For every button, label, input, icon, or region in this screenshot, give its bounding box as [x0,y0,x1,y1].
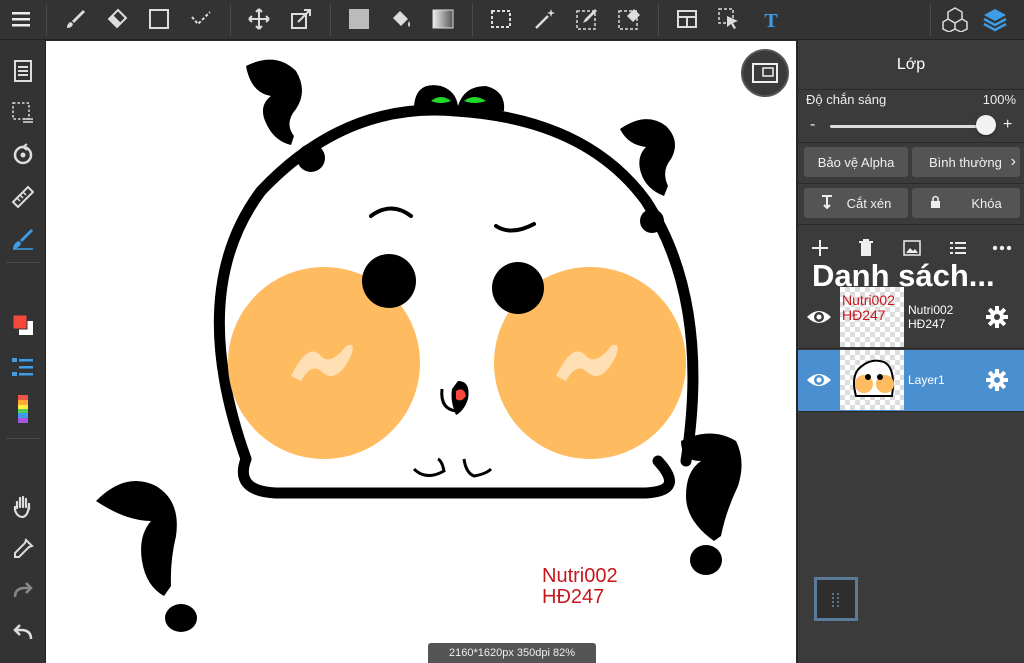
rectangle-icon[interactable] [144,4,174,34]
watermark-line2: HĐ247 [542,586,605,608]
layer-name-line2: HĐ247 [908,317,946,331]
magic-wand-icon[interactable] [530,4,560,34]
text-icon[interactable]: T [756,4,786,34]
layer-tools [798,236,1024,260]
opacity-increase-button[interactable]: + [1003,116,1012,134]
artwork [96,59,742,632]
page-manager-icon[interactable] [8,56,38,86]
bucket-icon[interactable] [386,4,416,34]
blend-mode-select[interactable]: Bình thường › [912,147,1020,177]
layer-name-line1: Layer1 [908,373,945,387]
hand-icon[interactable] [8,492,38,522]
brush-icon[interactable] [60,4,90,34]
color-bar-icon[interactable] [8,394,38,424]
navigator-icon [752,63,778,83]
transform-icon[interactable] [286,4,316,34]
layer-row-nutri[interactable]: Nutri002 HĐ247 Nutri002 HĐ247 [798,287,1024,349]
delete-layer-icon[interactable] [854,236,878,260]
image-layer-icon[interactable] [900,236,924,260]
drawing-canvas[interactable]: Nutri002 HĐ247 [46,41,796,663]
more-options-icon[interactable] [990,236,1014,260]
layer-name: Layer1 [908,350,945,410]
pen-icon[interactable] [8,224,38,254]
clipping-icon [821,194,833,212]
opacity-value: 100% [982,92,1016,107]
opacity-slider-handle[interactable] [976,115,996,135]
lock-button[interactable]: Khóa [912,188,1020,218]
thumbnail-text: Nutri002 HĐ247 [840,287,904,323]
eye-icon[interactable] [804,367,834,393]
top-toolbar: T [0,0,1024,40]
layer-name-line1: Nutri002 [908,303,954,317]
layer-thumbnail: Nutri002 HĐ247 [840,287,904,347]
watermark-line1: Nutri002 [542,565,618,587]
rotate-icon[interactable] [8,140,38,170]
opacity-row: Độ chắn sáng 100% [806,92,1016,107]
layer-thumbnail-art [853,359,894,397]
select-pen-icon[interactable] [572,4,602,34]
layer-name: Nutri002 HĐ247 [908,287,953,347]
gradient-icon[interactable] [428,4,458,34]
layer-panel: Lớp Độ chắn sáng 100% - + Bảo vệ Alpha B… [797,40,1024,663]
redo-icon[interactable] [8,576,38,606]
layout-icon[interactable] [672,4,702,34]
opacity-label: Độ chắn sáng [806,92,887,107]
alpha-protect-button[interactable]: Bảo vệ Alpha [804,147,908,177]
select-rect-icon[interactable] [486,4,516,34]
lock-icon [930,195,941,211]
thumbnail-text-line1: Nutri002 [842,292,895,308]
eye-icon[interactable] [804,304,834,330]
move-icon[interactable] [244,4,274,34]
opacity-decrease-button[interactable]: - [810,116,815,134]
grip-icon [832,593,839,607]
chevron-right-icon: › [1010,153,1016,170]
grip-button[interactable] [814,577,858,621]
select-layer-icon[interactable] [714,4,744,34]
select-eraser-icon[interactable] [614,4,644,34]
navigator-button[interactable] [741,49,789,97]
gear-icon[interactable] [983,366,1011,394]
layer-list-icon[interactable] [8,352,38,382]
add-layer-icon[interactable] [808,236,832,260]
panel-title: Lớp [798,40,1024,90]
fill-color-icon[interactable] [344,4,374,34]
blend-mode-value: Bình thường [929,154,1002,170]
color-swatch-icon[interactable] [8,310,38,340]
layer-properties-icon[interactable] [946,236,970,260]
app-window: T Nutri002 HĐ247 2160*1620px 350dpi 82% … [0,0,1024,663]
undo-icon[interactable] [8,618,38,648]
lock-label: Khóa [971,195,1002,211]
canvas-status: 2160*1620px 350dpi 82% [428,643,596,663]
opacity-slider[interactable] [830,125,988,128]
eraser-icon[interactable] [102,4,132,34]
svg-text:T: T [764,10,778,30]
selection-icon[interactable] [8,98,38,128]
menu-icon[interactable] [6,4,36,34]
clipping-button[interactable]: Cắt xén [804,188,908,218]
layer-row-layer1[interactable]: Layer1 [798,350,1024,412]
clipping-label: Cắt xén [846,195,892,211]
layers-icon[interactable] [980,4,1010,34]
watermark-text: Nutri002 HĐ247 [542,566,618,608]
ruler-icon[interactable] [8,182,38,212]
gear-icon[interactable] [983,303,1011,331]
3d-material-icon[interactable] [940,4,970,34]
layer-thumbnail [840,350,904,410]
eyedropper-icon[interactable] [8,534,38,564]
dot-brush-icon[interactable] [186,4,216,34]
left-toolbar [0,40,46,663]
thumbnail-text-line2: HĐ247 [842,307,886,323]
